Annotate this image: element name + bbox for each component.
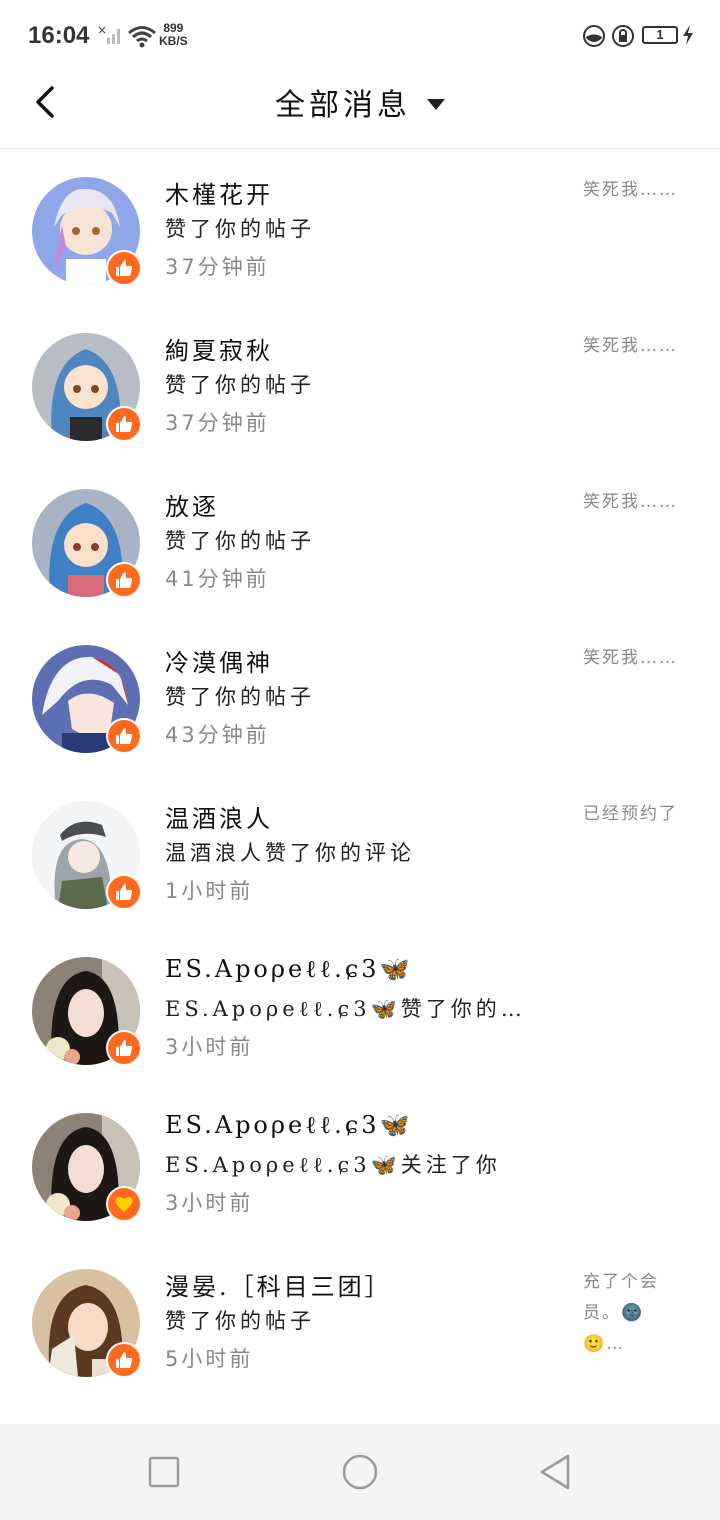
chevron-down-icon — [427, 98, 445, 110]
timestamp: 1小时前 — [165, 879, 254, 903]
like-badge — [106, 718, 142, 754]
home-icon[interactable] — [340, 1452, 380, 1492]
battery-indicator: 1 — [642, 26, 678, 44]
message-action: 赞了你的帖子 — [165, 685, 315, 709]
timestamp: 37分钟前 — [165, 411, 270, 435]
like-badge — [106, 1342, 142, 1378]
timestamp: 43分钟前 — [165, 723, 270, 747]
sender-name[interactable]: 温酒浪人 — [165, 799, 273, 834]
sender-name[interactable]: 木槿花开 — [165, 175, 273, 210]
signal-icon: × — [97, 24, 120, 44]
message-list: 木槿花开 赞了你的帖子 37分钟前 笑死我…… 絢夏寂秋 赞了你的帖子 37分钟… — [0, 149, 720, 1397]
status-time: 16:04 — [28, 22, 90, 49]
status-bar: 16:04 × 899 KB/S 1 — [0, 0, 720, 72]
page-title: 全部消息 — [275, 88, 411, 123]
message-action: 赞了你的帖子 — [165, 1309, 315, 1333]
like-badge — [106, 562, 142, 598]
thumbs-up-icon — [116, 416, 133, 432]
message-action: 赞了你的帖子 — [165, 529, 315, 553]
like-badge — [106, 250, 142, 286]
list-item[interactable]: 温酒浪人 温酒浪人赞了你的评论 1小时前 已经预约了 — [0, 773, 720, 929]
sender-name[interactable]: 冷漠偶神 — [165, 643, 273, 678]
thumbs-up-icon — [116, 1040, 133, 1056]
post-preview[interactable]: 已经预约了 — [583, 799, 683, 830]
data-saver-icon — [583, 25, 605, 47]
message-action: 赞了你的帖子 — [165, 217, 315, 241]
message-action: ES.Apoρeℓℓ.ɕ3🦋赞了你的… — [165, 997, 526, 1021]
message-filter-dropdown[interactable]: 全部消息 — [0, 80, 720, 124]
sender-name[interactable]: 漫晏.［科目三团］ — [165, 1267, 392, 1302]
message-action: 赞了你的帖子 — [165, 373, 315, 397]
svg-text:×: × — [97, 24, 107, 37]
timestamp: 3小时前 — [165, 1035, 254, 1059]
back-icon[interactable] — [536, 1452, 576, 1492]
list-item[interactable]: 木槿花开 赞了你的帖子 37分钟前 笑死我…… — [0, 149, 720, 305]
list-item[interactable]: 放逐 赞了你的帖子 41分钟前 笑死我…… — [0, 461, 720, 617]
post-preview[interactable]: 笑死我…… — [583, 175, 683, 206]
timestamp: 41分钟前 — [165, 567, 270, 591]
message-action: 温酒浪人赞了你的评论 — [165, 841, 415, 865]
thumbs-up-icon — [116, 572, 133, 588]
timestamp: 5小时前 — [165, 1347, 254, 1371]
sender-name[interactable]: 放逐 — [165, 487, 219, 522]
post-preview[interactable]: 笑死我…… — [583, 487, 683, 518]
message-action: ES.Apoρeℓℓ.ɕ3🦋关注了你 — [165, 1153, 501, 1177]
list-item[interactable]: 冷漠偶神 赞了你的帖子 43分钟前 笑死我…… — [0, 617, 720, 773]
post-preview[interactable]: 笑死我…… — [583, 643, 683, 674]
post-preview[interactable]: 充了个会员。🌚🙂… — [583, 1267, 683, 1360]
thumbs-up-icon — [116, 1352, 133, 1368]
speed-unit: KB/S — [159, 34, 188, 48]
follow-badge — [106, 1186, 142, 1222]
thumbs-up-icon — [116, 728, 133, 744]
rotation-lock-icon — [612, 25, 634, 47]
like-badge — [106, 874, 142, 910]
list-item[interactable]: 漫晏.［科目三团］ 赞了你的帖子 5小时前 充了个会员。🌚🙂… — [0, 1241, 720, 1397]
list-item[interactable]: ES.Apoρeℓℓ.ɕ3🦋 ES.Apoρeℓℓ.ɕ3🦋赞了你的… 3小时前 — [0, 929, 720, 1085]
thumbs-up-icon — [116, 884, 133, 900]
list-item[interactable]: ES.Apoρeℓℓ.ɕ3🦋 ES.Apoρeℓℓ.ɕ3🦋关注了你 3小时前 — [0, 1085, 720, 1241]
network-speed: 899 KB/S — [159, 22, 188, 48]
timestamp: 37分钟前 — [165, 255, 270, 279]
timestamp: 3小时前 — [165, 1191, 254, 1215]
thumbs-up-icon — [116, 260, 133, 276]
post-preview[interactable]: 笑死我…… — [583, 331, 683, 362]
heart-icon — [115, 1196, 133, 1212]
like-badge — [106, 406, 142, 442]
list-item[interactable]: 絢夏寂秋 赞了你的帖子 37分钟前 笑死我…… — [0, 305, 720, 461]
app-header: 全部消息 — [0, 72, 720, 149]
sender-name[interactable]: ES.Apoρeℓℓ.ɕ3🦋 — [165, 955, 412, 984]
charging-icon — [683, 25, 693, 45]
sender-name[interactable]: 絢夏寂秋 — [165, 331, 273, 366]
wifi-icon — [128, 26, 156, 48]
system-nav-bar — [0, 1424, 720, 1520]
sender-name[interactable]: ES.Apoρeℓℓ.ɕ3🦋 — [165, 1111, 412, 1140]
recent-apps-icon[interactable] — [144, 1452, 184, 1492]
like-badge — [106, 1030, 142, 1066]
